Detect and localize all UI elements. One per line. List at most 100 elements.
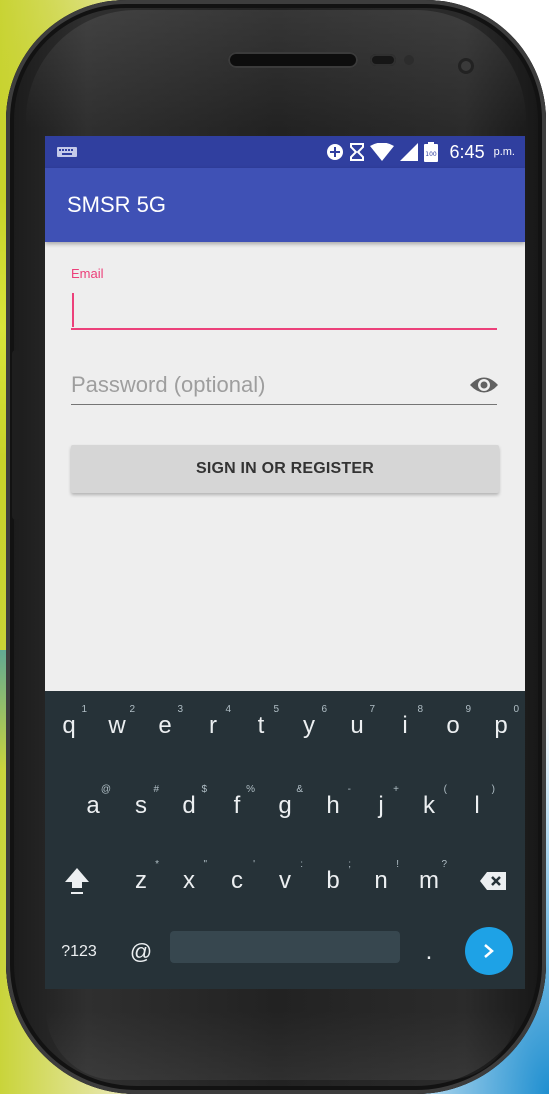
key-label: g [278, 792, 292, 819]
key-label: p [494, 712, 508, 739]
app-title: SMSR 5G [67, 192, 167, 217]
key-hint: 4 [225, 704, 231, 715]
cell-signal-icon [399, 143, 418, 161]
key-k[interactable]: k( [405, 776, 453, 836]
data-saver-icon [326, 143, 344, 161]
earpiece-speaker [228, 52, 358, 68]
key-label: l [474, 792, 480, 819]
key-label: n [374, 867, 388, 894]
shift-key[interactable] [53, 851, 101, 911]
soft-keyboard: q1w2e3r4t5y6u7i8o9p0 a @ s # d $ f% g & h - j + k(l) … [45, 691, 525, 989]
spacebar[interactable] [170, 931, 400, 963]
key-hint: - [347, 784, 351, 795]
key-hint: : [300, 859, 303, 870]
key-hint: 3 [177, 704, 183, 715]
key-a[interactable]: a @ [69, 776, 117, 836]
key-hint: # [153, 784, 159, 795]
key-q[interactable]: q1 [45, 696, 93, 756]
key-i[interactable]: i8 [381, 696, 429, 756]
key-hint: % [246, 784, 255, 795]
key-label: f [233, 792, 241, 819]
key-t[interactable]: t5 [237, 696, 285, 756]
key-label: u [350, 712, 364, 739]
symbols-key[interactable]: ?123 [53, 931, 105, 973]
email-field[interactable] [71, 288, 497, 330]
password-field[interactable] [71, 366, 497, 405]
key-n[interactable]: n! [357, 851, 405, 911]
key-hint: " [203, 859, 207, 870]
next-key[interactable] [465, 927, 513, 975]
backspace-icon [480, 872, 506, 890]
key-b[interactable]: b; [309, 851, 357, 911]
key-label: k [423, 792, 435, 819]
key-hint: ( [443, 784, 447, 795]
key-label: q [62, 712, 76, 739]
key-p[interactable]: p0 [477, 696, 525, 756]
status-time: 6:45 [449, 141, 485, 162]
key-s[interactable]: s # [117, 776, 165, 836]
shift-icon [65, 868, 89, 894]
key-hint: * [155, 859, 159, 870]
key-hint: 2 [129, 704, 135, 715]
key-h[interactable]: h- [309, 776, 357, 836]
key-r[interactable]: r4 [189, 696, 237, 756]
key-label: d [182, 792, 196, 819]
phone-screen: 100 6:45 p.m. SMSR 5G Email SIGN IN OR RE… [45, 136, 525, 989]
phone-gloss [26, 10, 526, 130]
key-hint: 6 [321, 704, 327, 715]
key-hint: ; [348, 859, 351, 870]
key-j[interactable]: j + [357, 776, 405, 836]
key-label: w [108, 712, 126, 739]
keyboard-icon [57, 147, 77, 157]
key-d[interactable]: d $ [165, 776, 213, 836]
at-key[interactable]: @ [121, 931, 161, 973]
app-bar: SMSR 5G [45, 168, 525, 242]
key-label: y [303, 712, 315, 739]
key-e[interactable]: e3 [141, 696, 189, 756]
key-z[interactable]: z * [117, 851, 165, 911]
eye-icon[interactable] [469, 374, 499, 396]
battery-icon: 100 [423, 142, 438, 162]
key-l[interactable]: l) [453, 776, 501, 836]
key-label: x [183, 867, 195, 894]
key-v[interactable]: v: [261, 851, 309, 911]
key-o[interactable]: o9 [429, 696, 477, 756]
key-label: o [446, 712, 460, 739]
key-g[interactable]: g & [261, 776, 309, 836]
key-u[interactable]: u7 [333, 696, 381, 756]
status-ampm: p.m. [493, 146, 515, 158]
backspace-key[interactable] [469, 851, 517, 911]
key-hint: ! [396, 859, 399, 870]
key-f[interactable]: f% [213, 776, 261, 836]
key-w[interactable]: w2 [93, 696, 141, 756]
key-label: c [231, 867, 243, 894]
sign-in-register-button[interactable]: SIGN IN OR REGISTER [71, 445, 499, 493]
chevron-right-icon [484, 944, 494, 958]
text-cursor [72, 293, 74, 327]
key-label: b [326, 867, 340, 894]
key-m[interactable]: m? [405, 851, 453, 911]
key-label: v [279, 867, 291, 894]
email-label: Email [71, 266, 104, 281]
front-camera [458, 58, 474, 74]
key-label: i [402, 712, 408, 739]
key-hint: 9 [465, 704, 471, 715]
key-label: a [86, 792, 100, 819]
key-label: z [135, 867, 147, 894]
key-hint: ) [491, 784, 495, 795]
status-bar: 100 6:45 p.m. [45, 136, 525, 168]
key-hint: @ [100, 784, 111, 795]
key-label: j [378, 792, 384, 819]
period-key[interactable]: . [411, 931, 447, 973]
key-label: r [209, 712, 217, 739]
key-label: t [257, 712, 265, 739]
key-label: m [419, 867, 439, 894]
key-c[interactable]: c ' [213, 851, 261, 911]
key-y[interactable]: y6 [285, 696, 333, 756]
key-hint: $ [201, 784, 207, 795]
key-hint: + [393, 784, 399, 795]
wifi-icon [369, 143, 394, 161]
proximity-sensor [370, 54, 396, 66]
key-x[interactable]: x " [165, 851, 213, 911]
key-hint: 7 [369, 704, 375, 715]
